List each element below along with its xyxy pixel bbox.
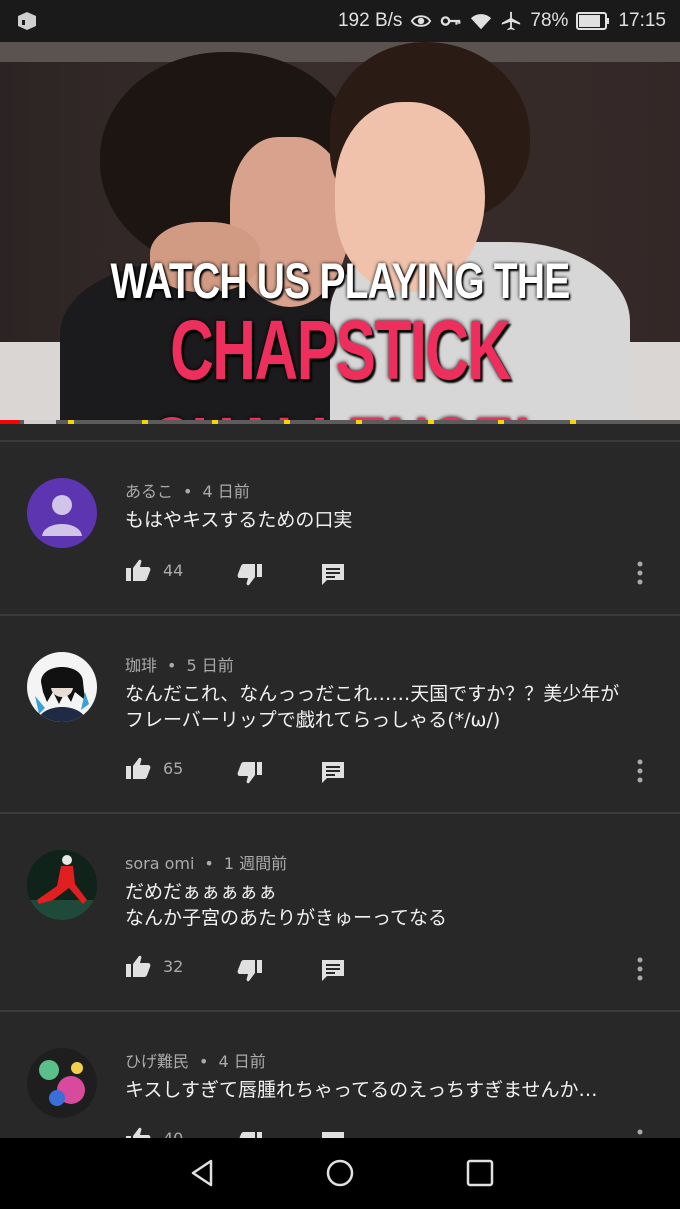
thumbs-up-icon [126, 757, 151, 779]
video-progress-bar[interactable] [0, 420, 680, 424]
thumbs-down-icon [237, 564, 262, 586]
comment-text-line: なんか子宮のあたりがきゅーってなる [125, 907, 448, 929]
reply-button[interactable] [321, 562, 345, 586]
chapter-marker [498, 420, 504, 424]
thumbs-down-icon [237, 762, 262, 784]
thumbs-up-icon [126, 559, 151, 581]
thumbs-down-icon [239, 1132, 262, 1138]
chapter-marker [428, 420, 434, 424]
dislike-button[interactable] [237, 959, 263, 983]
like-button[interactable]: 40 [125, 1126, 183, 1138]
reply-button[interactable] [321, 760, 345, 784]
divider [0, 614, 680, 616]
chapter-marker [68, 420, 74, 424]
status-bar: 192 B/s 78% 17:15 [0, 0, 680, 42]
key-icon [441, 16, 461, 26]
comment-author[interactable]: あるこ [125, 482, 173, 501]
like-count: 32 [163, 956, 184, 976]
comment-author[interactable]: ひげ難民 [125, 1052, 189, 1071]
like-button[interactable]: 32 [125, 954, 183, 978]
battery-icon [576, 12, 610, 30]
avatar[interactable] [27, 850, 97, 920]
back-icon[interactable] [187, 1158, 217, 1188]
comment-text-line: だめだぁぁぁぁぁ [125, 881, 278, 903]
comment-meta: 珈琲 • 5 日前 [125, 656, 234, 675]
chapter-marker [284, 420, 290, 424]
like-count: 44 [163, 560, 184, 580]
battery-percent: 78% [530, 10, 569, 31]
comment-text-line: なんだこれ、なんっっだこれ……天国ですか？？美少年が [125, 683, 620, 705]
avatar[interactable] [27, 652, 97, 722]
like-button[interactable]: 65 [125, 756, 183, 780]
reply-icon [322, 564, 344, 585]
dislike-button[interactable] [237, 1131, 263, 1138]
comment-time: 5 日前 [186, 656, 234, 675]
dislike-button[interactable] [237, 761, 263, 785]
divider [0, 440, 680, 442]
navigation-bar [0, 1138, 680, 1209]
thumbs-up-icon [126, 955, 151, 977]
more-options-icon[interactable] [635, 558, 645, 588]
airplane-icon [502, 11, 521, 31]
more-options-icon[interactable] [635, 756, 645, 786]
default-person-icon [42, 495, 82, 536]
comment-actions: 44 [125, 558, 665, 588]
comment-time: 1 週間前 [223, 854, 288, 873]
video-caption-line2: CHAPSTICK CHALLENGE! [149, 303, 533, 424]
avatar[interactable] [27, 1048, 97, 1118]
eye-icon [411, 15, 432, 27]
comment-meta: sora omi • 1 週間前 [125, 854, 288, 873]
art-avatar [27, 1048, 97, 1118]
like-button[interactable]: 44 [125, 558, 183, 582]
comment-item: sora omi • 1 週間前 だめだぁぁぁぁぁ なんか子宮のあたりがきゅーってな… [0, 850, 680, 994]
chapter-marker [142, 420, 148, 424]
comment-time: 4 日前 [202, 482, 250, 501]
progress-buffered [24, 420, 56, 424]
recents-icon[interactable] [465, 1158, 495, 1188]
thumbs-down-icon [237, 960, 262, 982]
reply-icon [322, 1132, 344, 1138]
anime-avatar [35, 667, 89, 722]
dislike-button[interactable] [237, 563, 263, 587]
comment-text-line: キスしすぎて唇腫れちゃってるのえっちすぎませんか… [125, 1079, 598, 1101]
more-options-icon[interactable] [635, 1126, 645, 1138]
clock: 17:15 [618, 10, 666, 31]
comment-text-line: もはやキスするための口実 [125, 509, 353, 531]
chapter-marker [212, 420, 218, 424]
avatar[interactable] [27, 478, 97, 548]
chapter-marker [570, 420, 576, 424]
comment-actions: 65 [125, 756, 665, 786]
home-icon[interactable] [325, 1158, 355, 1188]
progress-played [0, 420, 21, 424]
comment-text-line: フレーバーリップで戯れてらっしゃる(*/ω/) [125, 709, 501, 731]
reply-icon [322, 762, 344, 783]
comment-time: 4 日前 [218, 1052, 266, 1071]
like-count: 65 [163, 758, 184, 778]
video-player[interactable]: WATCH US PLAYING THE CHAPSTICK CHALLENGE… [0, 42, 680, 424]
chapter-marker [356, 420, 362, 424]
divider [0, 1010, 680, 1012]
comment-actions: 32 [125, 954, 665, 984]
video-ceiling-light [0, 42, 680, 62]
reply-button[interactable] [321, 958, 345, 982]
comment-meta: あるこ • 4 日前 [125, 482, 250, 501]
comment-author[interactable]: 珈琲 [125, 656, 157, 675]
comment-actions: 40 [125, 1126, 665, 1138]
comment-item: 珈琲 • 5 日前 なんだこれ、なんっっだこれ……天国ですか？？美少年が フレーバー… [0, 652, 680, 796]
reply-icon [322, 960, 344, 981]
more-options-icon[interactable] [635, 954, 645, 984]
app-icon [18, 12, 36, 30]
comment-item: ひげ難民 • 4 日前 キスしすぎて唇腫れちゃってるのえっちすぎませんか… 40 [0, 1048, 680, 1138]
comment-item: あるこ • 4 日前 もはやキスするための口実 44 [0, 478, 680, 598]
dancer-avatar [27, 850, 97, 920]
network-speed: 192 B/s [337, 10, 403, 31]
thumbs-up-icon [126, 1127, 151, 1138]
divider [0, 812, 680, 814]
wifi-icon [471, 14, 492, 30]
comment-author[interactable]: sora omi [125, 854, 194, 873]
comment-meta: ひげ難民 • 4 日前 [125, 1052, 266, 1071]
like-count: 40 [163, 1128, 184, 1139]
reply-button[interactable] [321, 1130, 345, 1138]
